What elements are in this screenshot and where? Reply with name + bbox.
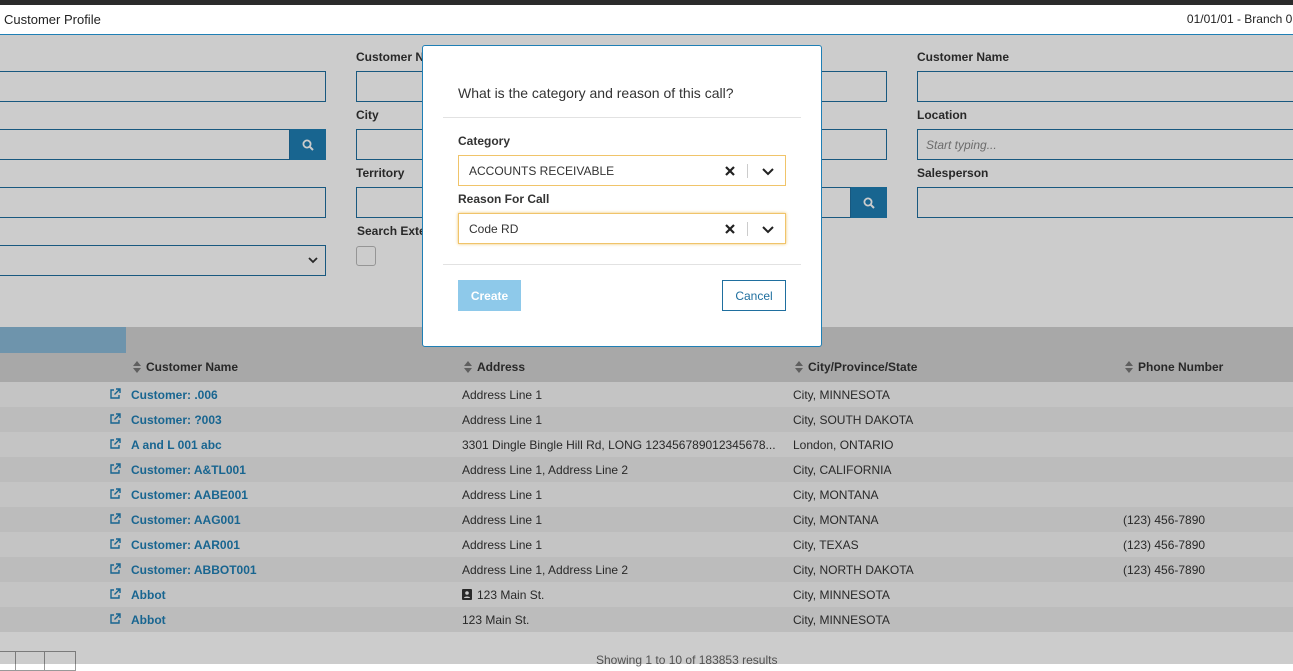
select-divider (747, 222, 748, 236)
cancel-button[interactable]: Cancel (722, 280, 786, 311)
category-value: ACCOUNTS RECEIVABLE (469, 164, 615, 178)
category-label: Category (458, 134, 511, 148)
reason-label: Reason For Call (458, 192, 550, 206)
page-title: Customer Profile (4, 12, 101, 27)
dialog-divider (443, 264, 801, 265)
call-reason-dialog: What is the category and reason of this … (422, 45, 822, 347)
clear-icon[interactable] (723, 164, 737, 178)
dialog-divider (443, 117, 801, 118)
page-header: Customer Profile 01/01/01 - Branch 01 (0, 5, 1293, 35)
dialog-question: What is the category and reason of this … (458, 85, 734, 101)
branch-indicator[interactable]: 01/01/01 - Branch 01 (1187, 12, 1293, 26)
chevron-down-icon[interactable] (761, 165, 775, 179)
reason-value: Code RD (469, 222, 519, 236)
select-divider (747, 164, 748, 178)
create-button[interactable]: Create (458, 280, 521, 311)
reason-select[interactable]: Code RD (458, 213, 786, 244)
category-select[interactable]: ACCOUNTS RECEIVABLE (458, 155, 786, 186)
clear-icon[interactable] (723, 222, 737, 236)
chevron-down-icon[interactable] (761, 223, 775, 237)
